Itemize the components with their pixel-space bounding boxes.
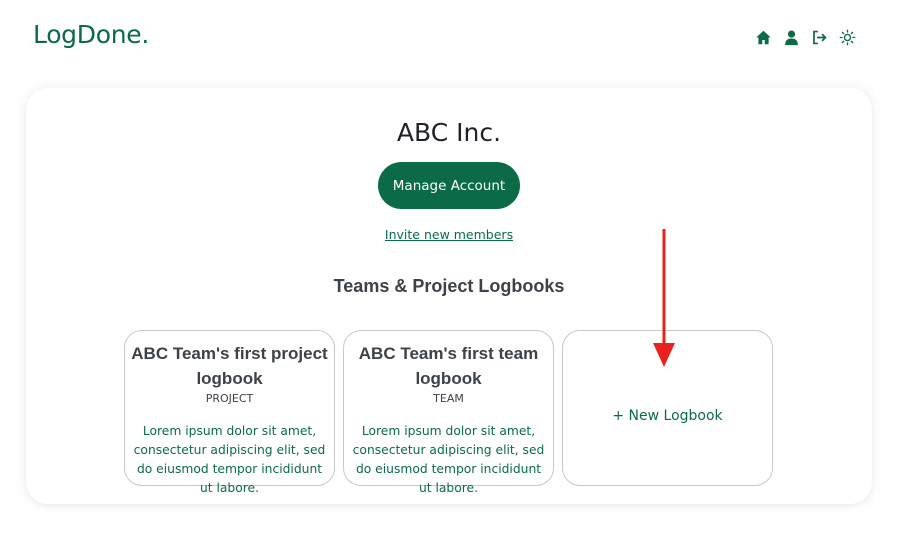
top-nav: [754, 28, 856, 46]
home-icon[interactable]: [754, 28, 772, 46]
user-icon[interactable]: [782, 28, 800, 46]
manage-account-button[interactable]: Manage Account: [378, 162, 520, 209]
invite-members-link[interactable]: Invite new members: [26, 227, 872, 242]
logbook-card-team[interactable]: ABC Team's first team logbook TEAM Lorem…: [343, 330, 554, 495]
sun-icon[interactable]: [838, 28, 856, 46]
annotation-arrow-icon: [653, 229, 675, 367]
logbooks-section-title: Teams & Project Logbooks: [333, 276, 565, 296]
organization-card: ABC Inc. Manage Account Invite new membe…: [26, 88, 872, 504]
logbook-card-project[interactable]: ABC Team's first project logbook PROJECT…: [124, 330, 335, 495]
logbook-description: Lorem ipsum dolor sit amet, consectetur …: [133, 424, 326, 495]
logbook-title: ABC Team's first project logbook: [131, 344, 328, 388]
app-logo[interactable]: LogDone.: [33, 20, 149, 49]
logbook-title: ABC Team's first team logbook: [358, 344, 539, 388]
new-logbook-label: + New Logbook: [612, 407, 723, 424]
logout-icon[interactable]: [810, 28, 828, 46]
logbook-description: Lorem ipsum dolor sit amet, consectetur …: [352, 424, 545, 495]
logbook-type: PROJECT: [205, 392, 254, 405]
logbook-type: TEAM: [433, 392, 464, 405]
organization-name: ABC Inc.: [396, 118, 502, 147]
